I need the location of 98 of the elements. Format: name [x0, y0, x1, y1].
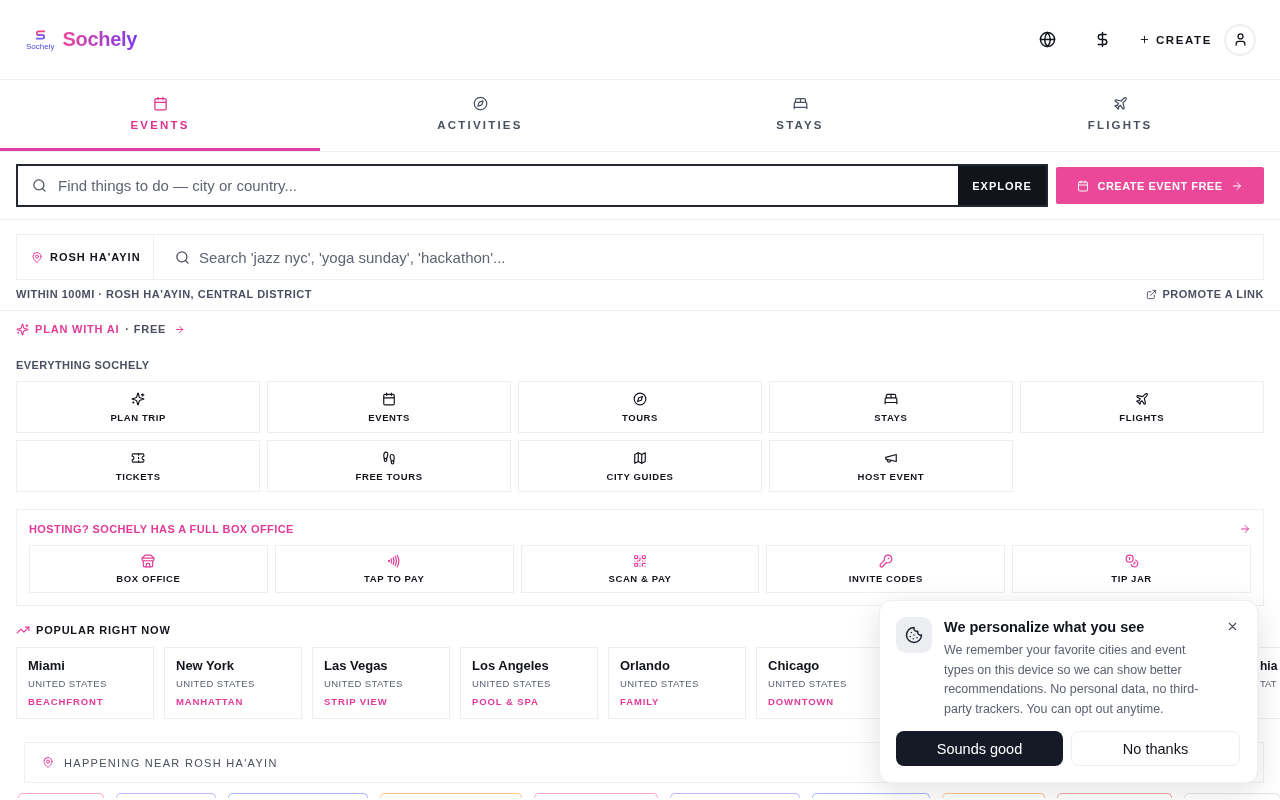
city-tag: BEACHFRONT [28, 696, 142, 708]
service-tile[interactable]: PLAN TRIP [16, 381, 261, 433]
search-input[interactable]: Search 'jazz nyc', 'yoga sunday', 'hackathon'... [199, 242, 1251, 272]
country-text: UNITED STATES [768, 678, 848, 690]
avatar-button[interactable] [1224, 23, 1256, 56]
external-link-icon [1146, 288, 1158, 300]
accept-button[interactable]: Sounds good [896, 731, 1063, 766]
service-tile[interactable]: HOST EVENT [768, 440, 1014, 492]
calendar-icon [382, 391, 397, 406]
city-tag: POOL & SPA [472, 696, 586, 708]
ticket-icon [131, 450, 146, 465]
calendar-icon [1077, 179, 1090, 192]
plus-icon [1138, 34, 1150, 45]
globe-icon[interactable] [1038, 31, 1056, 48]
logo-caption: Sochely [26, 41, 55, 51]
location-button[interactable]: ROSH HA'AYIN [16, 234, 154, 280]
country-text: UNITED STATES [324, 678, 404, 690]
service-tile[interactable]: EVENTS [266, 381, 512, 433]
service-tile[interactable]: TOURS [517, 381, 763, 433]
feature-tile[interactable]: SCAN & PAY [520, 545, 760, 593]
create-button[interactable]: CREATE [1138, 27, 1212, 52]
arrow-right-icon [1230, 179, 1243, 192]
city-name: Los Angeles [472, 658, 550, 674]
arrow-right-icon[interactable] [1239, 523, 1251, 535]
feature-tile[interactable]: BOX OFFICE [29, 545, 268, 593]
service-tile[interactable]: FREE TOURS [266, 440, 512, 492]
country-text: UNITED STATES [28, 678, 108, 690]
tab[interactable]: FLIGHTS [960, 80, 1280, 151]
bed-icon [883, 391, 898, 406]
cookie-icon [896, 617, 932, 653]
city-tag: FAMILY [620, 696, 734, 708]
plane-icon [1134, 391, 1149, 406]
city-card[interactable]: Las Vegas UNITED STATES STRIP VIEW [312, 647, 450, 719]
compass-icon [472, 96, 488, 111]
city-name: Chicago [768, 658, 821, 674]
coins-icon [1124, 554, 1139, 568]
service-tile[interactable]: TICKETS [16, 440, 261, 492]
city-tag: MANHATTAN [176, 696, 290, 708]
user-icon [1232, 32, 1248, 47]
feature-tile[interactable]: INVITE CODES [766, 545, 1006, 593]
sparkles-icon [16, 322, 29, 336]
service-tile[interactable]: CITY GUIDES [517, 440, 763, 492]
explore-button[interactable]: EXPLORE [958, 166, 1046, 205]
qr-code-icon [633, 554, 647, 568]
city-name: hia [1260, 658, 1279, 674]
tab[interactable]: EVENTS [0, 80, 320, 151]
decline-button[interactable]: No thanks [1071, 731, 1240, 766]
bed-icon [792, 96, 808, 111]
map-pin-icon [42, 756, 54, 769]
city-name: Miami [28, 658, 66, 674]
section-title: EVERYTHING SOCHELY [16, 358, 151, 372]
hosting-title: HOSTING? SOCHELY HAS A FULL BOX OFFICE [29, 522, 294, 536]
notice-text: We remember your favorite cities and event types on this device so we can show better recommendations. No personal data, no third-party trackers. You can opt out anytime. [944, 642, 1200, 718]
map-pin-icon [31, 250, 43, 264]
city-card[interactable]: Orlando UNITED STATES FAMILY [608, 647, 746, 719]
compass-icon [633, 391, 647, 406]
city-card[interactable]: Chicago UNITED STATES DOWNTOWN [756, 647, 879, 719]
city-tag: STRIP VIEW [324, 696, 438, 708]
radius-text: WITHIN 100MI · ROSH HA'AYIN, CENTRAL DISTRICT [16, 287, 312, 301]
arrow-right-icon [174, 323, 186, 335]
search-icon [175, 249, 190, 265]
city-tag: DOWNTOWN [768, 696, 879, 708]
city-card[interactable]: New York UNITED STATES MANHATTAN [164, 647, 302, 719]
plan-with-ai-link[interactable]: PLAN WITH AI · FREE [16, 322, 186, 336]
city-card[interactable]: Los Angeles UNITED STATES POOL & SPA [460, 647, 598, 719]
city-name: Las Vegas [324, 658, 389, 674]
service-tile[interactable]: FLIGHTS [1019, 381, 1264, 433]
country-text: TAT [1260, 678, 1278, 690]
city-name: New York [176, 658, 236, 674]
brand-name[interactable]: Sochely [62, 28, 138, 51]
country-text: UNITED STATES [620, 678, 700, 690]
section-title: POPULAR RIGHT NOW [36, 623, 171, 637]
feature-tile[interactable]: TIP JAR [1012, 545, 1251, 593]
notice-title: We personalize what you see [944, 618, 1146, 637]
city-card[interactable]: hia TAT [1259, 647, 1280, 719]
plane-icon [1112, 96, 1128, 111]
search-field[interactable]: Find things to do — city or country... EXPLORE [16, 164, 1048, 207]
close-icon[interactable] [1226, 620, 1239, 633]
create-event-button[interactable]: CREATE EVENT FREE [1056, 167, 1264, 204]
tab[interactable]: STAYS [640, 80, 960, 151]
calendar-icon [152, 96, 168, 111]
footprints-icon [382, 450, 397, 465]
contactless-icon [387, 554, 402, 568]
country-text: UNITED STATES [176, 678, 256, 690]
city-name: Orlando [620, 658, 671, 674]
nearby-label: HAPPENING NEAR ROSH HA'AYIN [64, 756, 278, 769]
feature-tile[interactable]: TAP TO PAY [274, 545, 514, 593]
key-icon [878, 554, 893, 568]
map-icon [633, 450, 647, 465]
country-text: UNITED STATES [472, 678, 552, 690]
promote-link[interactable]: PROMOTE A LINK [1146, 287, 1264, 301]
sparkles-icon [131, 391, 146, 406]
event-search-field[interactable]: Search 'jazz nyc', 'yoga sunday', 'hackathon'... [154, 234, 1264, 280]
service-tile[interactable]: STAYS [768, 381, 1014, 433]
tab[interactable]: ACTIVITIES [320, 80, 640, 151]
search-icon [32, 178, 47, 193]
store-icon [141, 554, 156, 568]
city-card[interactable]: Miami UNITED STATES BEACHFRONT [16, 647, 154, 719]
